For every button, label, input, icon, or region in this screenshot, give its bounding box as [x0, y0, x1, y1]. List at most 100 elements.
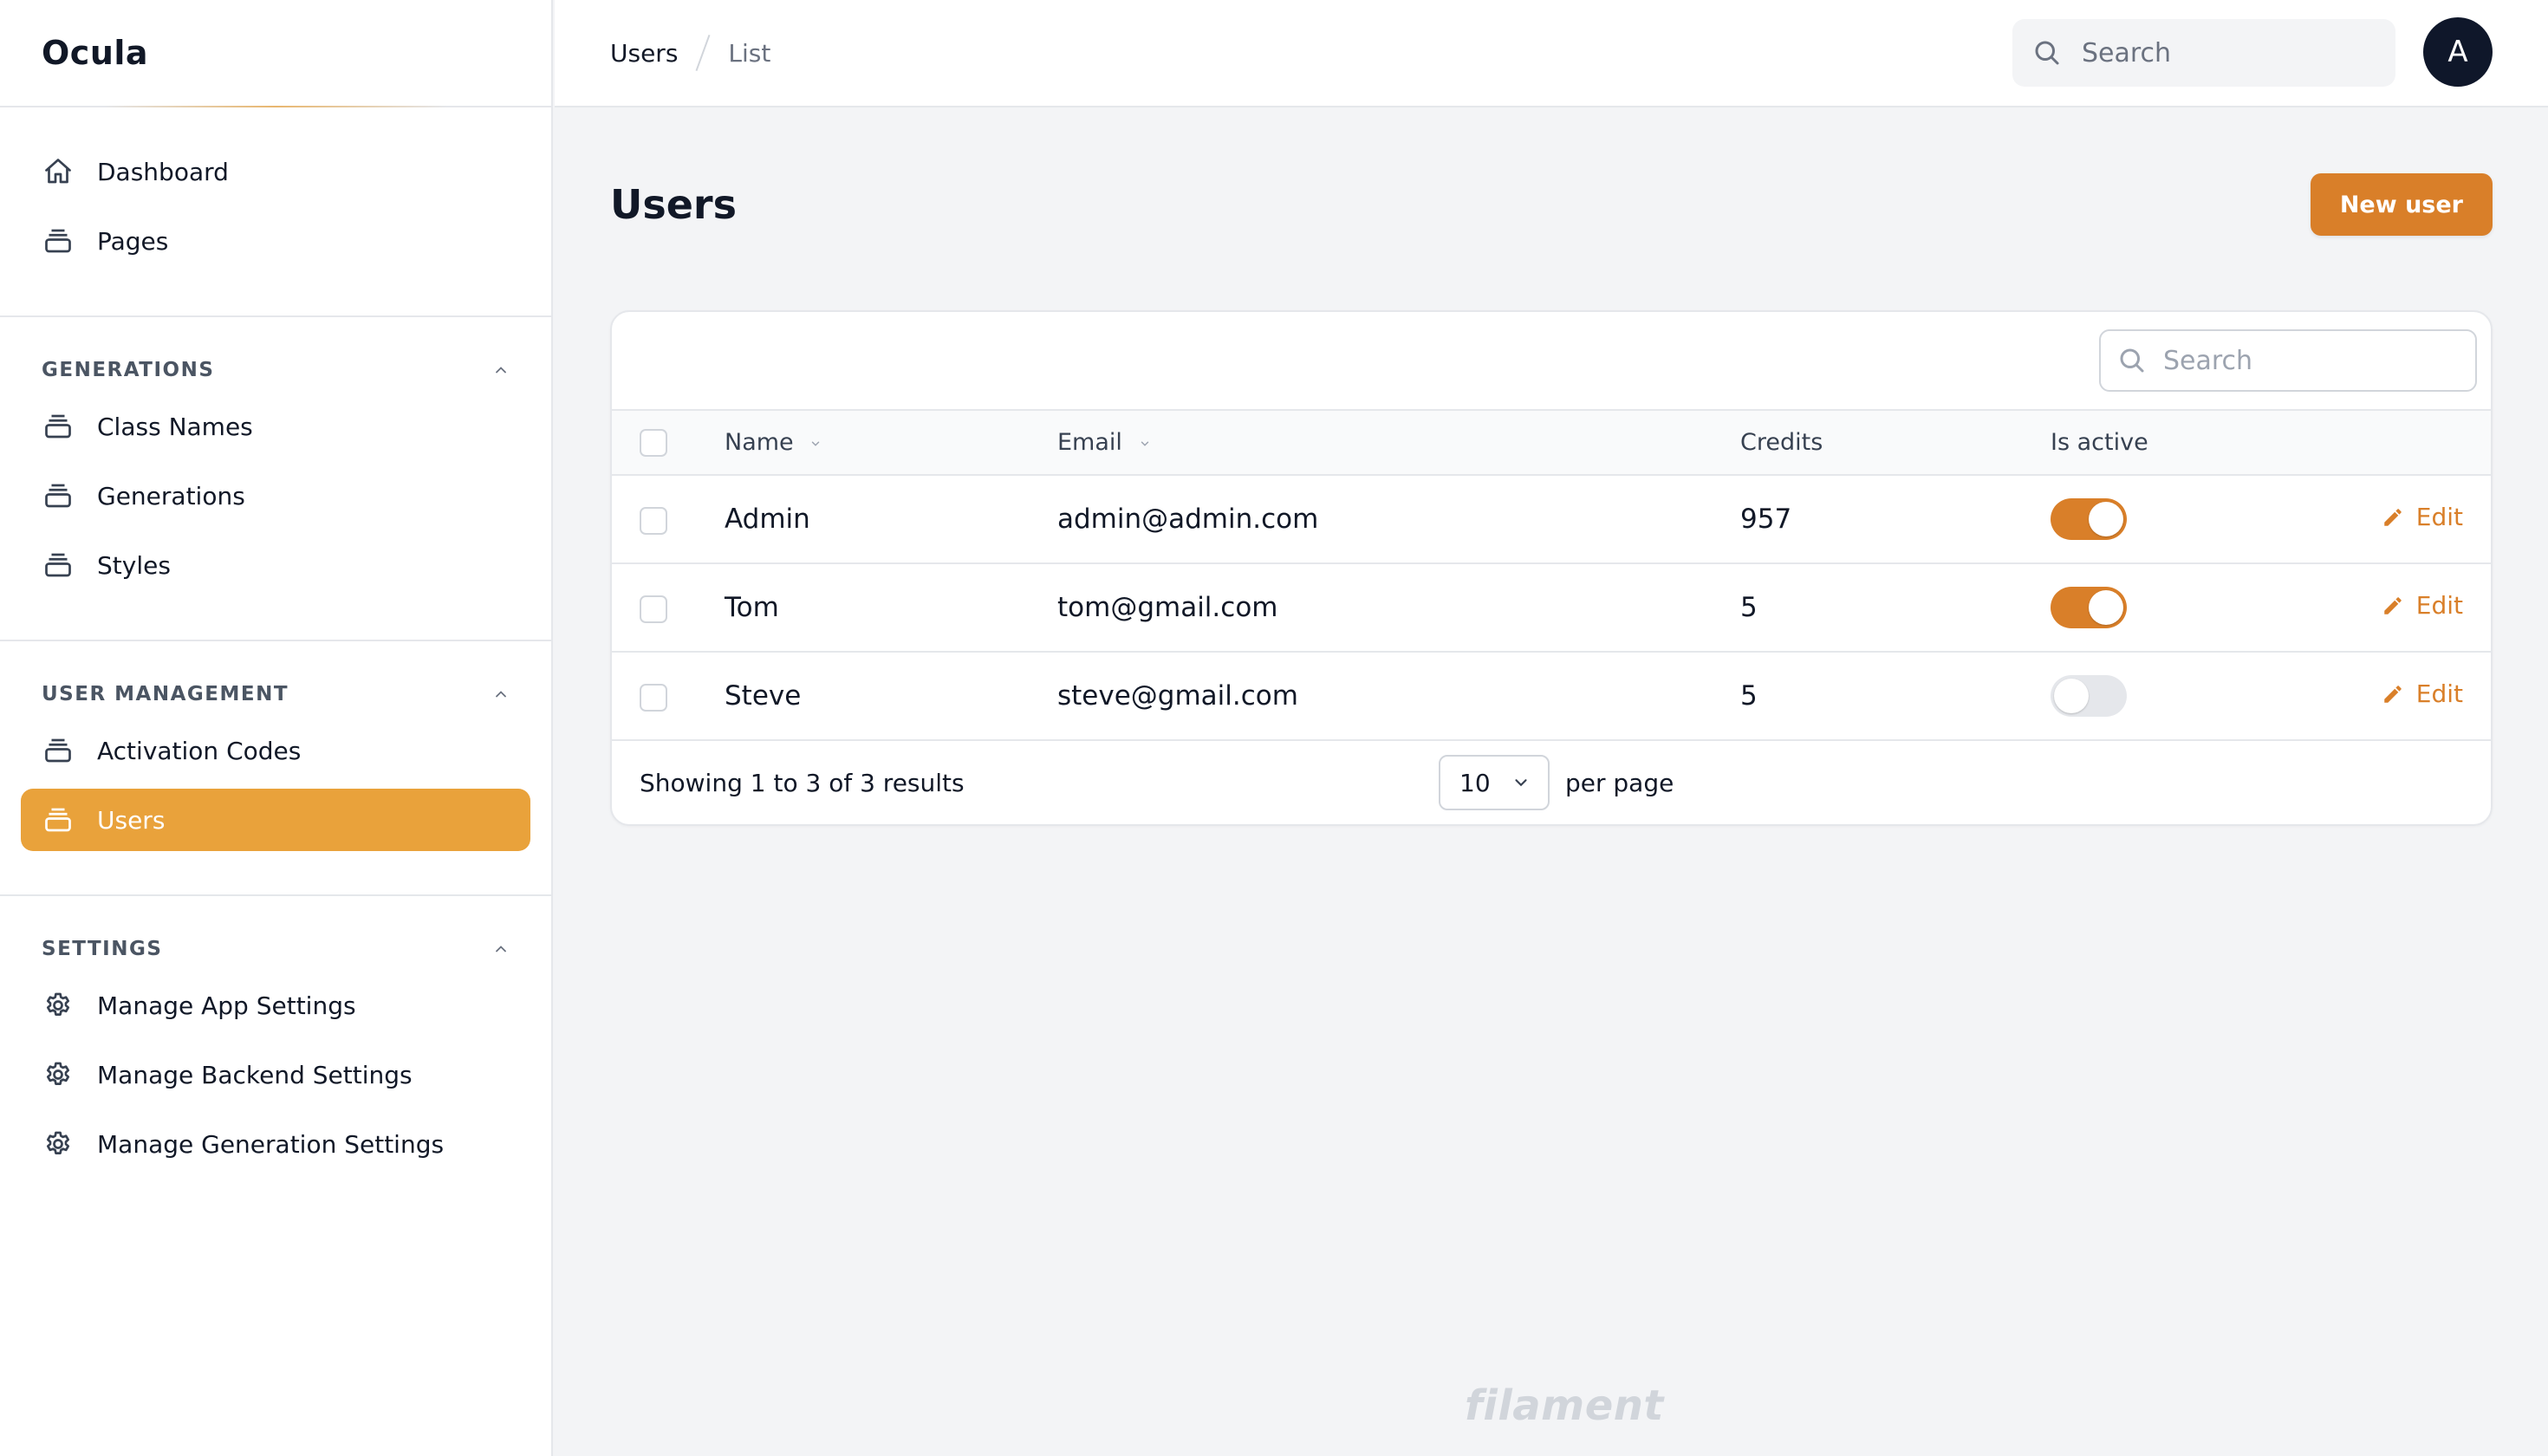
footer-brand-logo: filament [1465, 1381, 1664, 1430]
per-page-control: 10 per page [1439, 755, 1674, 810]
edit-button[interactable]: Edit [2382, 591, 2463, 620]
nav-group-generations: GENERATIONS Class Names Generations Styl… [0, 317, 551, 641]
toggle-knob [2089, 502, 2123, 536]
collection-icon [42, 803, 75, 836]
column-header-actions [2311, 411, 2491, 475]
group-title: USER MANAGEMENT [42, 683, 289, 705]
brand-logo[interactable]: Ocula [42, 34, 148, 72]
results-summary: Showing 1 to 3 of 3 results [640, 768, 965, 797]
group-header-generations[interactable]: GENERATIONS [21, 350, 530, 390]
collection-icon [42, 224, 75, 257]
sidebar-item-manage-generation-settings[interactable]: Manage Generation Settings [21, 1113, 530, 1175]
page-header: Users New user [610, 107, 2493, 310]
sidebar-item-class-names[interactable]: Class Names [21, 395, 530, 458]
group-title: GENERATIONS [42, 359, 215, 381]
sidebar-item-styles[interactable]: Styles [21, 534, 530, 596]
sidebar-item-label: Activation Codes [97, 736, 302, 765]
gear-icon [42, 1058, 75, 1091]
cell-name: Steve [725, 680, 802, 712]
table-search[interactable] [2099, 329, 2477, 392]
sidebar-item-label: Manage Generation Settings [97, 1129, 445, 1159]
cell-actions: Edit [2311, 475, 2491, 563]
sort-chevron-icon [1141, 441, 1148, 446]
cell-name: Admin [725, 504, 810, 535]
cell-is-active [2051, 563, 2311, 652]
column-header-name[interactable]: Name [725, 411, 1057, 475]
sidebar-item-manage-app-settings[interactable]: Manage App Settings [21, 974, 530, 1037]
brand-bar: Ocula [0, 0, 551, 107]
breadcrumb-separator [695, 34, 711, 72]
column-header-credits: Credits [1740, 411, 2051, 475]
sidebar-item-label: Generations [97, 481, 245, 510]
collection-icon [42, 549, 75, 582]
nav-group-settings: SETTINGS Manage App Settings Manage Back… [0, 896, 551, 1219]
column-label: Name [725, 429, 794, 456]
table-toolbar [612, 312, 2491, 411]
search-icon [2120, 348, 2144, 373]
is-active-toggle[interactable] [2051, 498, 2127, 540]
sidebar-item-dashboard[interactable]: Dashboard [21, 140, 530, 203]
sidebar-item-activation-codes[interactable]: Activation Codes [21, 719, 530, 782]
cell-email: tom@gmail.com [1057, 592, 1278, 623]
topbar: Users List A [555, 0, 2548, 107]
cell-email: admin@admin.com [1057, 504, 1319, 535]
is-active-toggle[interactable] [2051, 587, 2127, 628]
table-search-input[interactable] [2163, 345, 2458, 376]
sidebar-item-pages[interactable]: Pages [21, 210, 530, 272]
sidebar-item-users[interactable]: Users [21, 789, 530, 851]
sidebar-item-label: Users [97, 805, 166, 835]
column-label: Credits [1740, 429, 1823, 456]
gear-icon [42, 989, 75, 1022]
column-label: Is active [2051, 429, 2148, 456]
cell-actions: Edit [2311, 652, 2491, 740]
avatar[interactable]: A [2423, 17, 2493, 87]
sort-chevron-icon [812, 441, 820, 446]
edit-label: Edit [2415, 503, 2463, 532]
global-search-input[interactable] [2082, 37, 2368, 68]
sidebar-item-label: Styles [97, 550, 171, 580]
group-header-user-management[interactable]: USER MANAGEMENT [21, 674, 530, 714]
new-user-button[interactable]: New user [2310, 173, 2493, 236]
sidebar: Ocula Dashboard Pages GENERATIONS Class … [0, 0, 553, 1456]
edit-button[interactable]: Edit [2382, 503, 2463, 531]
breadcrumb-users[interactable]: Users [610, 39, 678, 68]
select-all-cell [612, 411, 725, 475]
table-row: Steve steve@gmail.com 5 Edit [612, 652, 2491, 740]
table-row: Admin admin@admin.com 957 Edit [612, 475, 2491, 563]
table-footer: Showing 1 to 3 of 3 results 10 per page [612, 741, 2491, 824]
row-checkbox[interactable] [640, 595, 667, 623]
chevron-up-icon [496, 691, 506, 698]
select-all-checkbox[interactable] [640, 428, 667, 457]
edit-label: Edit [2415, 679, 2463, 709]
row-select-cell [612, 563, 725, 652]
row-checkbox[interactable] [640, 683, 667, 712]
global-search[interactable] [2012, 19, 2395, 87]
nav-group-main: Dashboard Pages [0, 107, 551, 317]
pencil-icon [2384, 508, 2402, 526]
edit-button[interactable]: Edit [2382, 679, 2463, 708]
cell-credits: 5 [1740, 680, 1758, 712]
group-title: SETTINGS [42, 938, 163, 960]
sidebar-item-manage-backend-settings[interactable]: Manage Backend Settings [21, 1043, 530, 1106]
collection-icon [42, 410, 75, 443]
pencil-icon [2384, 596, 2402, 614]
sidebar-item-label: Class Names [97, 412, 253, 441]
group-header-settings[interactable]: SETTINGS [21, 929, 530, 969]
table-header: Name Email Credits Is active [612, 411, 2491, 475]
collection-icon [42, 734, 75, 767]
cell-credits: 5 [1740, 592, 1758, 623]
sidebar-item-label: Manage App Settings [97, 991, 356, 1020]
cell-credits: 957 [1740, 504, 1792, 535]
chevron-down-icon [1515, 779, 1527, 787]
row-select-cell [612, 475, 725, 563]
column-label: Email [1057, 429, 1122, 456]
cell-is-active [2051, 475, 2311, 563]
is-active-toggle[interactable] [2051, 675, 2127, 717]
per-page-select[interactable]: 10 [1439, 755, 1550, 810]
row-checkbox[interactable] [640, 506, 667, 535]
per-page-value: 10 [1459, 768, 1491, 797]
sidebar-item-generations[interactable]: Generations [21, 465, 530, 527]
column-header-email[interactable]: Email [1057, 411, 1740, 475]
column-header-is-active: Is active [2051, 411, 2311, 475]
table-body: Admin admin@admin.com 957 Edit Tom tom@g… [612, 475, 2491, 740]
